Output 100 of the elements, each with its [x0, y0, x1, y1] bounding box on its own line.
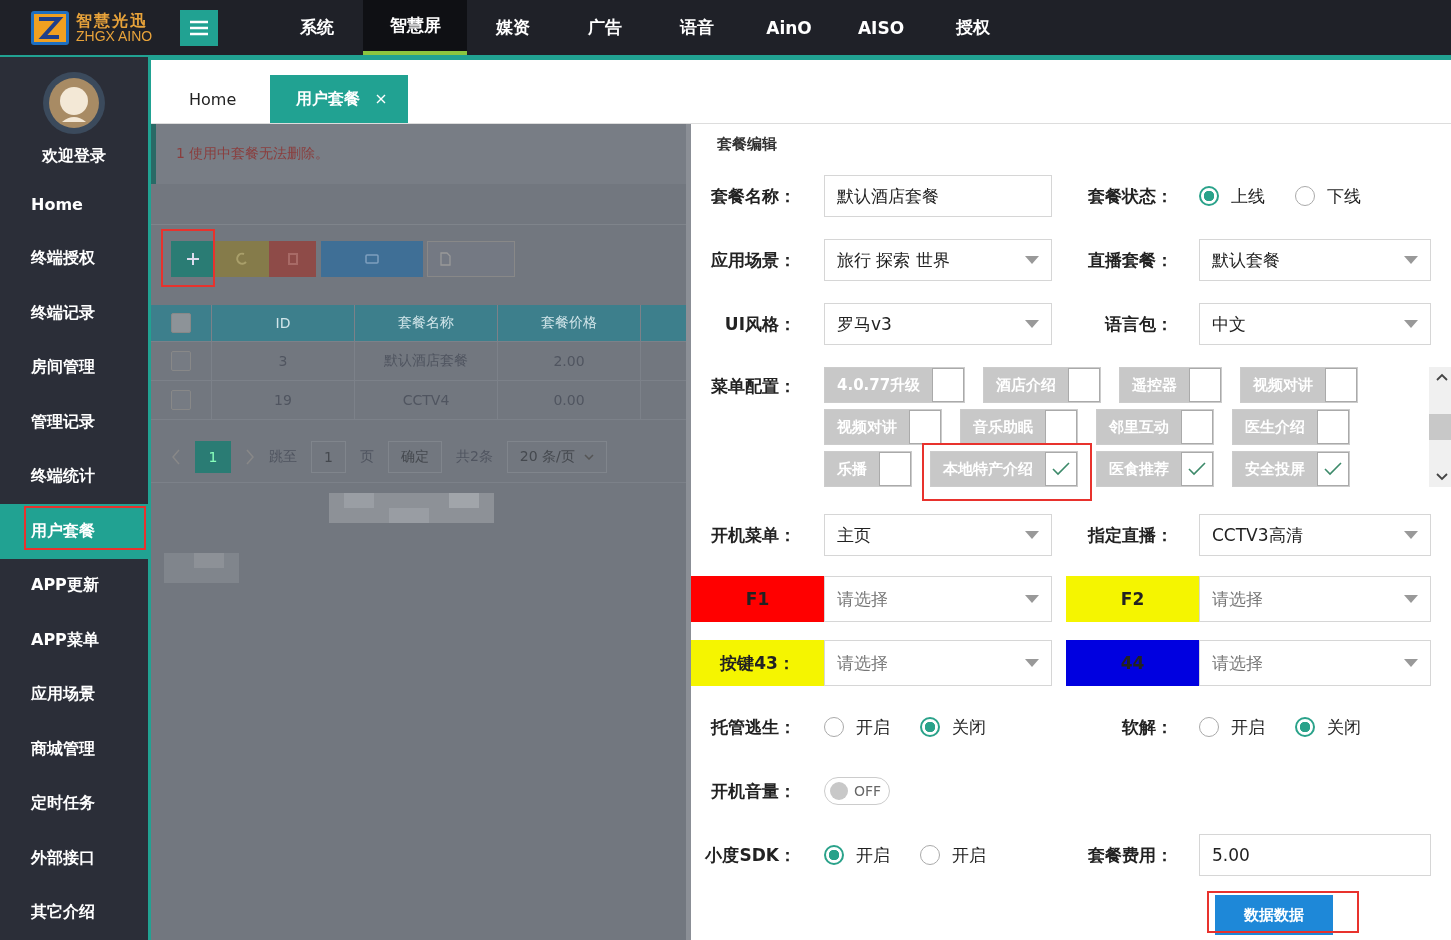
nav-tab[interactable]: 广告	[559, 0, 651, 55]
column-header[interactable]: 套餐价格	[497, 305, 640, 341]
radio-option[interactable]: 下线	[1295, 184, 1361, 208]
sidebar-item[interactable]: APP菜单	[0, 613, 148, 668]
nav-tab[interactable]: 系统	[271, 0, 363, 55]
nav-tab[interactable]: 语音	[651, 0, 743, 55]
key-label: 按键43：	[691, 640, 824, 686]
field-label: 菜单配置：	[710, 375, 797, 398]
welcome-text: 欢迎登录	[42, 146, 106, 167]
dropdown-caret-icon	[1025, 256, 1039, 264]
nav-tab[interactable]: 智慧屏	[363, 0, 467, 55]
field-label: 软解：	[1120, 715, 1174, 739]
select-field[interactable]: 旅行 探索 世界	[824, 239, 1052, 281]
scroll-up-icon[interactable]	[1436, 373, 1448, 381]
nav-tab[interactable]: 授权	[927, 0, 1019, 55]
notice-text: 1 使用中套餐无法删除。	[151, 124, 686, 184]
nav-tab[interactable]: AISO	[835, 0, 927, 55]
field-label: 托管逃生：	[709, 715, 797, 739]
radio-button[interactable]	[1295, 717, 1315, 737]
column-header[interactable]: 套餐名称	[354, 305, 497, 341]
nav-tab[interactable]: AinO	[743, 0, 835, 55]
checkbox[interactable]	[879, 452, 911, 486]
select-field[interactable]: 主页	[824, 514, 1052, 556]
save-button[interactable]: 数据数据	[1215, 895, 1333, 935]
checkbox[interactable]	[909, 410, 941, 444]
radio-option[interactable]: 开启	[824, 843, 890, 867]
page-number[interactable]: 1	[195, 441, 231, 473]
dropdown-caret-icon	[1025, 595, 1039, 603]
field-label: 应用场景：	[710, 248, 797, 272]
field-label: 套餐费用：	[1087, 843, 1174, 867]
sidebar-item[interactable]: 应用场景	[0, 667, 148, 722]
select-field[interactable]: CCTV3高清	[1199, 514, 1431, 556]
checkbox[interactable]	[1317, 452, 1349, 486]
field-label: 开机音量：	[710, 779, 797, 803]
field-label: 指定直播：	[1086, 523, 1174, 547]
radio-button[interactable]	[920, 717, 940, 737]
checkbox[interactable]	[171, 313, 191, 333]
close-icon[interactable]	[376, 94, 387, 104]
radio-option[interactable]: 开启	[824, 715, 890, 739]
plus-icon	[186, 252, 200, 266]
toolbar-button[interactable]	[171, 241, 215, 277]
sidebar-item[interactable]: 其它介绍	[0, 885, 148, 940]
checkbox[interactable]	[1317, 410, 1349, 444]
field-label: 套餐名称：	[710, 184, 797, 208]
sidebar-item[interactable]: 终端统计	[0, 449, 148, 504]
select-field[interactable]: 中文	[1199, 303, 1431, 345]
text-field[interactable]: 5.00	[1199, 834, 1431, 876]
sidebar-item[interactable]: 商城管理	[0, 722, 148, 777]
key-label: 44	[1066, 640, 1199, 686]
scrollbar[interactable]	[1429, 367, 1451, 487]
radio-option[interactable]: 上线	[1199, 184, 1265, 208]
select-field[interactable]: 默认套餐	[1199, 239, 1431, 281]
field-label: 直播套餐：	[1087, 248, 1174, 272]
text-field[interactable]: 默认酒店套餐	[824, 175, 1052, 217]
dropdown-caret-icon	[1404, 531, 1418, 539]
radio-option[interactable]: 开启	[920, 843, 986, 867]
logo-text: 智慧光迅	[76, 12, 149, 29]
column-header[interactable]: ID	[211, 305, 354, 341]
checkbox[interactable]	[1045, 410, 1077, 444]
radio-option[interactable]: 关闭	[1295, 715, 1361, 739]
select-field[interactable]: 请选择	[824, 576, 1052, 622]
sidebar-item[interactable]: 管理记录	[0, 395, 148, 450]
dropdown-caret-icon	[1404, 320, 1418, 328]
toolbar-button[interactable]	[269, 241, 316, 277]
select-field[interactable]: 罗马v3	[824, 303, 1052, 345]
trash-icon	[285, 252, 300, 266]
checkbox[interactable]	[1189, 368, 1222, 402]
checkbox[interactable]	[1045, 452, 1077, 486]
sidebar-item[interactable]: 定时任务	[0, 776, 148, 831]
nav-tab[interactable]: 媒资	[467, 0, 559, 55]
checkbox[interactable]	[1181, 410, 1213, 444]
radio-option[interactable]: 开启	[1199, 715, 1265, 739]
sidebar-item[interactable]: 外部接口	[0, 831, 148, 886]
checkbox[interactable]	[1181, 452, 1213, 486]
sidebar-item[interactable]: 终端授权	[0, 231, 148, 286]
checkbox[interactable]	[1068, 368, 1101, 402]
scroll-thumb[interactable]	[1429, 414, 1451, 440]
key-label: F1	[691, 576, 824, 622]
dropdown-caret-icon	[1404, 256, 1418, 264]
field-label: UI风格：	[723, 312, 797, 336]
scroll-down-icon[interactable]	[1436, 473, 1448, 481]
radio-button[interactable]	[1199, 186, 1219, 206]
dropdown-caret-icon	[1404, 659, 1418, 667]
sidebar-item[interactable]: 房间管理	[0, 340, 148, 395]
dropdown-caret-icon	[1025, 659, 1039, 667]
menu-icon[interactable]	[180, 9, 218, 46]
toolbar-button[interactable]	[321, 241, 423, 277]
page-tab[interactable]: Home	[169, 75, 257, 123]
sidebar-item[interactable]: Home	[0, 177, 148, 232]
sidebar-item[interactable]: APP更新	[0, 558, 148, 613]
key-label: F2	[1066, 576, 1199, 622]
select-field[interactable]: 请选择	[824, 640, 1052, 686]
radio-option[interactable]: 关闭	[920, 715, 986, 739]
sidebar-item[interactable]: 终端记录	[0, 286, 148, 341]
select-field[interactable]: 请选择	[1199, 640, 1431, 686]
checkbox[interactable]	[932, 368, 965, 402]
radio-button[interactable]	[824, 845, 844, 865]
select-field[interactable]: 请选择	[1199, 576, 1431, 622]
checkbox[interactable]	[1325, 368, 1358, 402]
field-label: 语言包：	[1103, 312, 1174, 336]
